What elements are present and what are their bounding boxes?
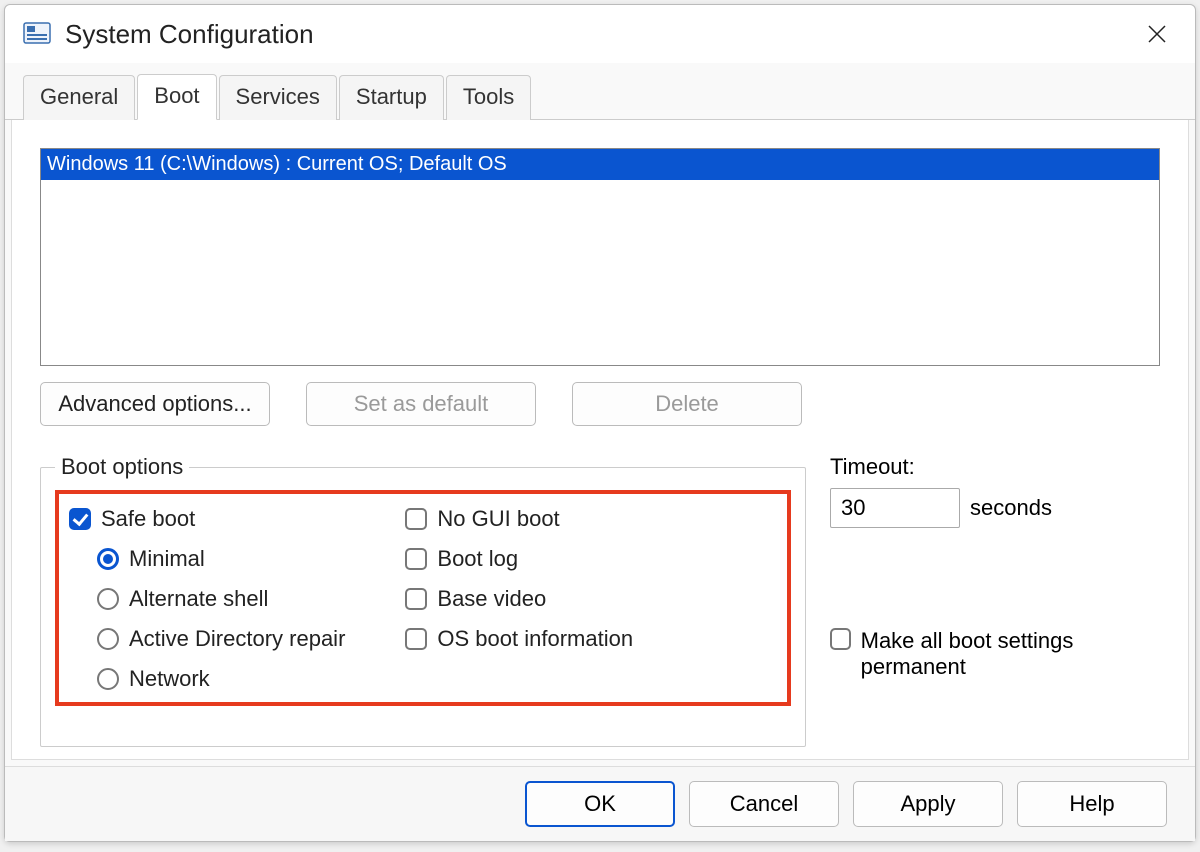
os-boot-info-label: OS boot information	[437, 626, 633, 652]
radio-alternate-shell[interactable]: Alternate shell	[97, 586, 345, 612]
timeout-label: Timeout:	[830, 454, 1160, 480]
right-column: Timeout: seconds Make all boot settings …	[830, 454, 1160, 747]
radio-network-label: Network	[129, 666, 210, 692]
boot-options-right-col: No GUI boot Boot log Base video OS	[405, 506, 633, 692]
check-icon	[830, 628, 851, 650]
boot-options-highlight: Safe boot Minimal Alternate shell A	[55, 490, 791, 706]
advanced-options-button[interactable]: Advanced options...	[40, 382, 270, 426]
os-boot-info-checkbox[interactable]: OS boot information	[405, 626, 633, 652]
timeout-row: seconds	[830, 488, 1160, 528]
check-icon	[405, 628, 427, 650]
check-icon	[69, 508, 91, 530]
apply-button[interactable]: Apply	[853, 781, 1003, 827]
tab-general[interactable]: General	[23, 75, 135, 120]
radio-icon	[97, 588, 119, 610]
system-configuration-window: System Configuration General Boot Servic…	[4, 4, 1196, 842]
titlebar: System Configuration	[5, 5, 1195, 63]
boot-options-group: Boot options Safe boot Minimal	[40, 454, 806, 747]
tab-strip: General Boot Services Startup Tools	[5, 73, 1195, 120]
timeout-unit: seconds	[970, 495, 1052, 521]
window-title: System Configuration	[65, 19, 314, 50]
boot-options-left-col: Safe boot Minimal Alternate shell A	[69, 506, 345, 692]
no-gui-boot-label: No GUI boot	[437, 506, 559, 532]
close-button[interactable]	[1135, 12, 1179, 56]
radio-ad-repair[interactable]: Active Directory repair	[97, 626, 345, 652]
safe-boot-label: Safe boot	[101, 506, 195, 532]
tab-services[interactable]: Services	[219, 75, 337, 120]
radio-icon	[97, 548, 119, 570]
check-icon	[405, 508, 427, 530]
base-video-label: Base video	[437, 586, 546, 612]
radio-altshell-label: Alternate shell	[129, 586, 268, 612]
check-icon	[405, 548, 427, 570]
app-icon	[21, 18, 53, 50]
radio-adrepair-label: Active Directory repair	[129, 626, 345, 652]
radio-minimal[interactable]: Minimal	[97, 546, 345, 572]
help-button[interactable]: Help	[1017, 781, 1167, 827]
cancel-button[interactable]: Cancel	[689, 781, 839, 827]
os-list[interactable]: Windows 11 (C:\Windows) : Current OS; De…	[40, 148, 1160, 366]
tab-tools[interactable]: Tools	[446, 75, 531, 120]
dialog-footer: OK Cancel Apply Help	[5, 766, 1195, 841]
radio-network[interactable]: Network	[97, 666, 345, 692]
no-gui-boot-checkbox[interactable]: No GUI boot	[405, 506, 633, 532]
os-buttons-row: Advanced options... Set as default Delet…	[40, 382, 1160, 426]
boot-log-checkbox[interactable]: Boot log	[405, 546, 633, 572]
safe-boot-checkbox[interactable]: Safe boot	[69, 506, 345, 532]
set-as-default-button: Set as default	[306, 382, 536, 426]
radio-icon	[97, 668, 119, 690]
radio-minimal-label: Minimal	[129, 546, 205, 572]
boot-log-label: Boot log	[437, 546, 518, 572]
tab-content: Windows 11 (C:\Windows) : Current OS; De…	[11, 120, 1189, 760]
base-video-checkbox[interactable]: Base video	[405, 586, 633, 612]
mid-area: Boot options Safe boot Minimal	[40, 454, 1160, 747]
make-permanent-label: Make all boot settings permanent	[861, 628, 1160, 680]
check-icon	[405, 588, 427, 610]
timeout-input[interactable]	[830, 488, 960, 528]
os-entry-selected[interactable]: Windows 11 (C:\Windows) : Current OS; De…	[41, 149, 1159, 180]
ok-button[interactable]: OK	[525, 781, 675, 827]
tab-boot[interactable]: Boot	[137, 74, 216, 120]
boot-options-legend: Boot options	[55, 454, 189, 480]
make-permanent-checkbox[interactable]: Make all boot settings permanent	[830, 628, 1160, 680]
tab-startup[interactable]: Startup	[339, 75, 444, 120]
delete-button: Delete	[572, 382, 802, 426]
radio-icon	[97, 628, 119, 650]
